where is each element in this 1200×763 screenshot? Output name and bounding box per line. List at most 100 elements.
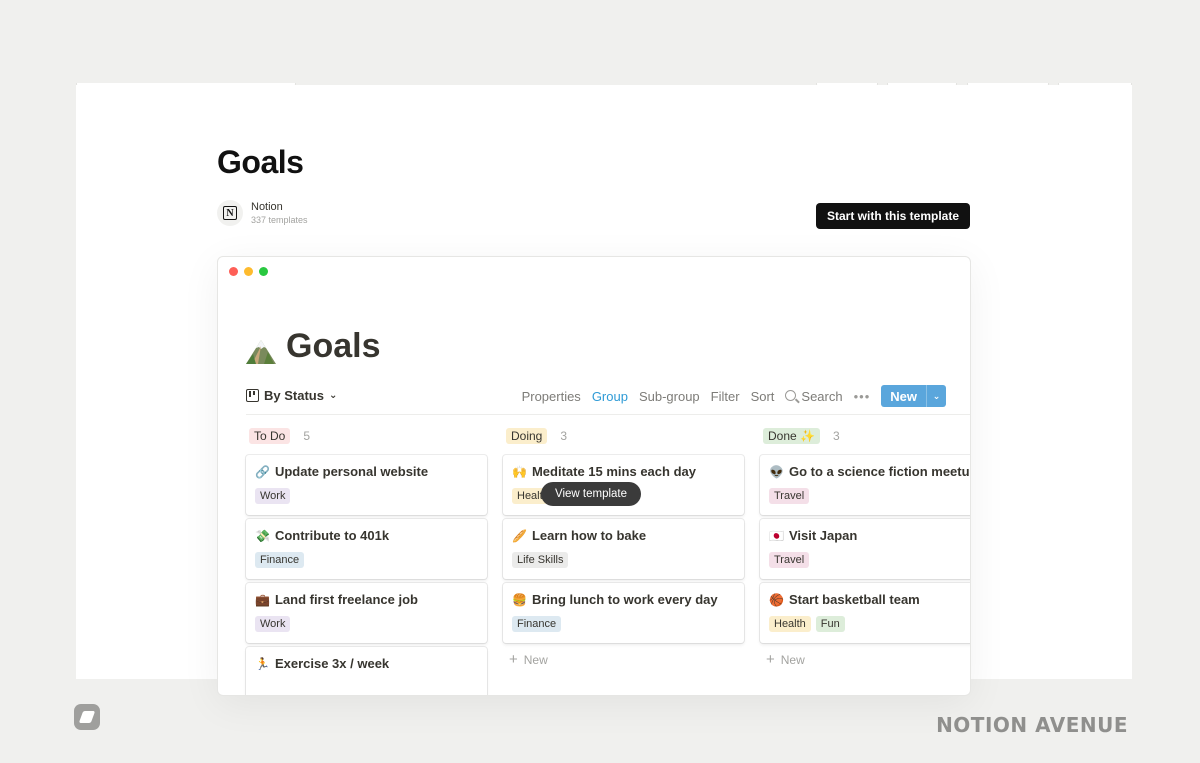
close-dot-icon [229,267,238,276]
card-title-text: Go to a science fiction meetup [788,464,971,479]
card-emoji-icon: 🙌 [512,464,527,479]
search-icon [785,389,797,401]
start-template-button[interactable]: Start with this template [816,203,970,229]
subgroup-button[interactable]: Sub-group [639,389,700,404]
add-card-label: New [780,652,805,667]
card-title-text: Exercise 3x / week [274,656,390,671]
maximize-dot-icon [259,267,268,276]
board-column: Doing 3 🙌 Meditate 15 mins each day Health 🥖 L… [503,427,744,668]
board-card[interactable]: 🥖 Learn how to bake Life Skills [503,519,744,579]
view-selector[interactable]: By Status ⌄ [246,388,337,403]
card-emoji-icon: 🔗 [255,464,270,479]
card-title: 🍔 Bring lunch to work every day [512,592,735,607]
chevron-down-icon: ⌄ [328,390,338,401]
card-title: 🥖 Learn how to bake [512,528,735,543]
page-title: Goals [217,144,304,180]
template-preview[interactable]: Goals By Status ⌄ Properties Group Sub-g… [217,256,971,696]
board-card[interactable]: 💼 Land first freelance job Work [246,583,487,643]
new-button[interactable]: New ⌄ [881,385,946,407]
card-tags: Life Skills [512,552,735,568]
status-badge: Doing [506,428,548,444]
board-card[interactable]: 👽 Go to a science fiction meetup Travel [760,455,971,515]
plus-icon: + [766,651,775,668]
card-emoji-icon: 🍔 [512,592,527,607]
card-title-text: Learn how to bake [531,528,647,543]
window-controls [229,267,268,276]
sort-button[interactable]: Sort [751,389,775,404]
filter-button[interactable]: Filter [711,389,740,404]
more-options-icon[interactable]: ••• [854,389,871,404]
status-badge: Done ✨ [763,428,820,444]
card-tags: Travel [769,488,970,504]
notion-logo-icon: N [217,200,243,226]
database-toolbar: By Status ⌄ Properties Group Sub-group F… [246,383,970,415]
group-button[interactable]: Group [592,389,628,404]
preview-title: Goals [244,327,380,366]
card-emoji-icon: 💸 [255,528,270,543]
board-column: To Do 5 🔗 Update personal website Work 💸 Contr… [246,427,487,695]
author-info[interactable]: N Notion 337 templates [217,200,308,226]
tag: Work [255,488,291,504]
add-card-button[interactable]: + New [766,651,970,668]
search-button[interactable]: Search [785,389,843,404]
card-tags: Work [255,488,478,504]
board-column: Done ✨ 3 👽 Go to a science fiction meetup Tr… [760,427,971,668]
tag: Health [769,616,811,632]
card-title-text: Contribute to 401k [274,528,390,543]
card-tags: Work [255,616,478,632]
status-badge: To Do [249,428,291,444]
chevron-down-icon[interactable]: ⌄ [926,385,946,407]
card-title-text: Start basketball team [788,592,920,607]
notion-avenue-logo-icon [74,704,100,730]
card-title-text: Visit Japan [788,528,858,543]
card-emoji-icon: 👽 [769,464,784,479]
card-title-text: Meditate 15 mins each day [531,464,696,479]
card-title: 👽 Go to a science fiction meetup [769,464,971,479]
card-title-text: Update personal website [274,464,429,479]
board-card[interactable]: 🔗 Update personal website Work [246,455,487,515]
board-card[interactable]: 🏀 Start basketball team Health Fun [760,583,970,643]
column-count: 3 [560,429,568,443]
author-name[interactable]: Notion [251,201,308,213]
tag: Life Skills [512,552,569,568]
column-header[interactable]: Done ✨ 3 [763,427,970,445]
card-title: 🏃 Exercise 3x / week [255,656,478,671]
card-title-text: Bring lunch to work every day [531,592,718,607]
card-title: 🔗 Update personal website [255,464,478,479]
card-emoji-icon: 🏀 [769,592,784,607]
minimize-dot-icon [244,267,253,276]
card-tags: Finance [512,616,735,632]
card-tags: Finance [255,552,478,568]
properties-button[interactable]: Properties [522,389,581,404]
card-tags: Health Fun [769,616,970,632]
tag: Work [255,616,291,632]
card-emoji-icon: 🏃 [255,656,270,671]
column-header[interactable]: To Do 5 [249,427,487,445]
template-count: 337 templates [251,215,308,225]
board-card[interactable]: 🇯🇵 Visit Japan Travel [760,519,970,579]
card-emoji-icon: 💼 [255,592,270,607]
brand-name: NOTION AVENUE [936,713,1128,737]
card-title: 🙌 Meditate 15 mins each day [512,464,735,479]
card-title: 🇯🇵 Visit Japan [769,528,970,543]
card-tags: Travel [769,552,970,568]
board-icon [246,389,259,402]
board-card[interactable]: 🏃 Exercise 3x / week [246,647,487,695]
add-card-button[interactable]: + New [509,651,744,668]
column-header[interactable]: Doing 3 [506,427,744,445]
plus-icon: + [509,651,518,668]
card-title: 💼 Land first freelance job [255,592,478,607]
board-card[interactable]: 💸 Contribute to 401k Finance [246,519,487,579]
tag: Fun [815,616,845,632]
card-title-text: Land first freelance job [274,592,418,607]
view-template-tooltip[interactable]: View template [541,482,642,506]
column-count: 3 [832,429,840,443]
column-count: 5 [303,429,311,443]
card-title: 💸 Contribute to 401k [255,528,478,543]
card-emoji-icon: 🥖 [512,528,527,543]
mountain-icon [246,339,276,364]
card-emoji-icon: 🇯🇵 [769,528,784,543]
board-card[interactable]: 🍔 Bring lunch to work every day Finance [503,583,744,643]
tag: Finance [512,616,562,632]
tag: Finance [255,552,305,568]
